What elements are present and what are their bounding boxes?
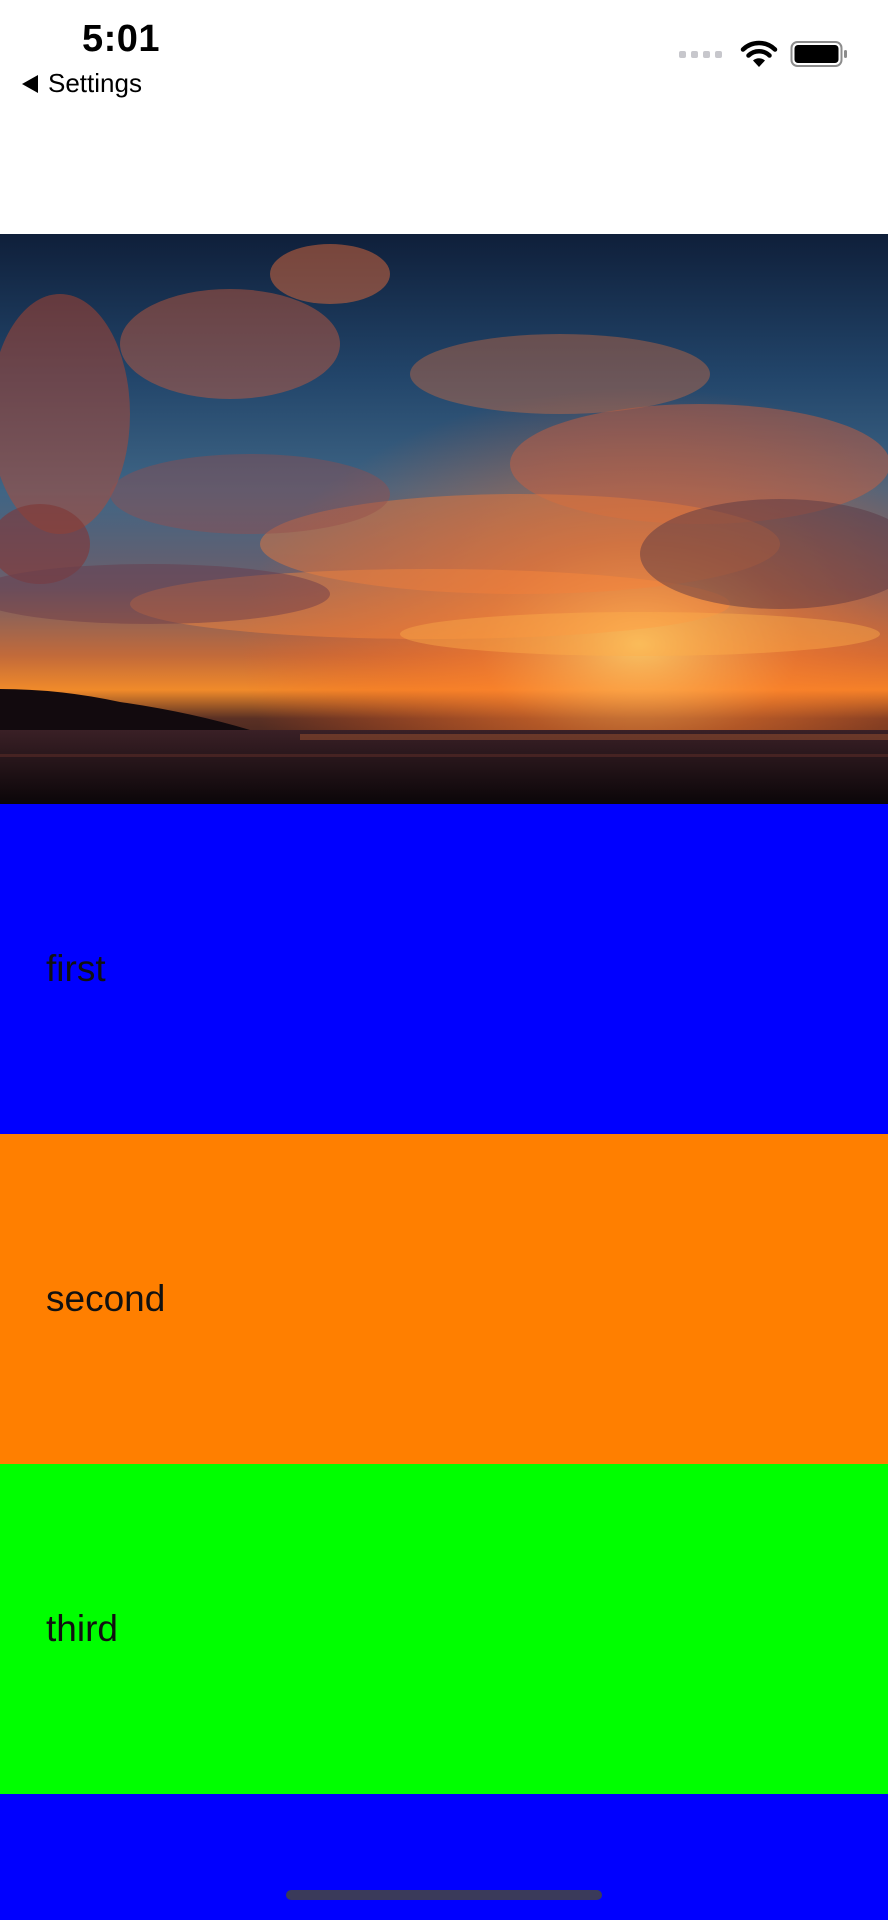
status-bar: 5:01 Settings: [0, 0, 888, 110]
list-item-first[interactable]: first: [0, 804, 888, 1134]
signal-dots-icon: [679, 50, 722, 58]
wifi-icon: [740, 40, 778, 67]
home-indicator[interactable]: [286, 1890, 602, 1900]
list-item-third[interactable]: third: [0, 1464, 888, 1794]
list-item-label: third: [46, 1608, 118, 1649]
list-item-label: first: [46, 948, 106, 989]
back-arrow-icon: [22, 74, 38, 93]
back-label: Settings: [48, 68, 142, 98]
list-item-label: second: [46, 1278, 166, 1319]
status-icons: [679, 40, 848, 68]
status-time: 5:01: [82, 18, 161, 60]
sunset-header-image: [0, 234, 888, 804]
app-screen: 5:01 Settings first second third: [0, 0, 888, 1920]
list-item-fourth[interactable]: [0, 1794, 888, 1920]
battery-icon: [790, 41, 847, 67]
list-item-second[interactable]: second: [0, 1134, 888, 1464]
back-to-settings-button[interactable]: Settings: [22, 68, 142, 99]
navigation-bar: [0, 110, 888, 234]
